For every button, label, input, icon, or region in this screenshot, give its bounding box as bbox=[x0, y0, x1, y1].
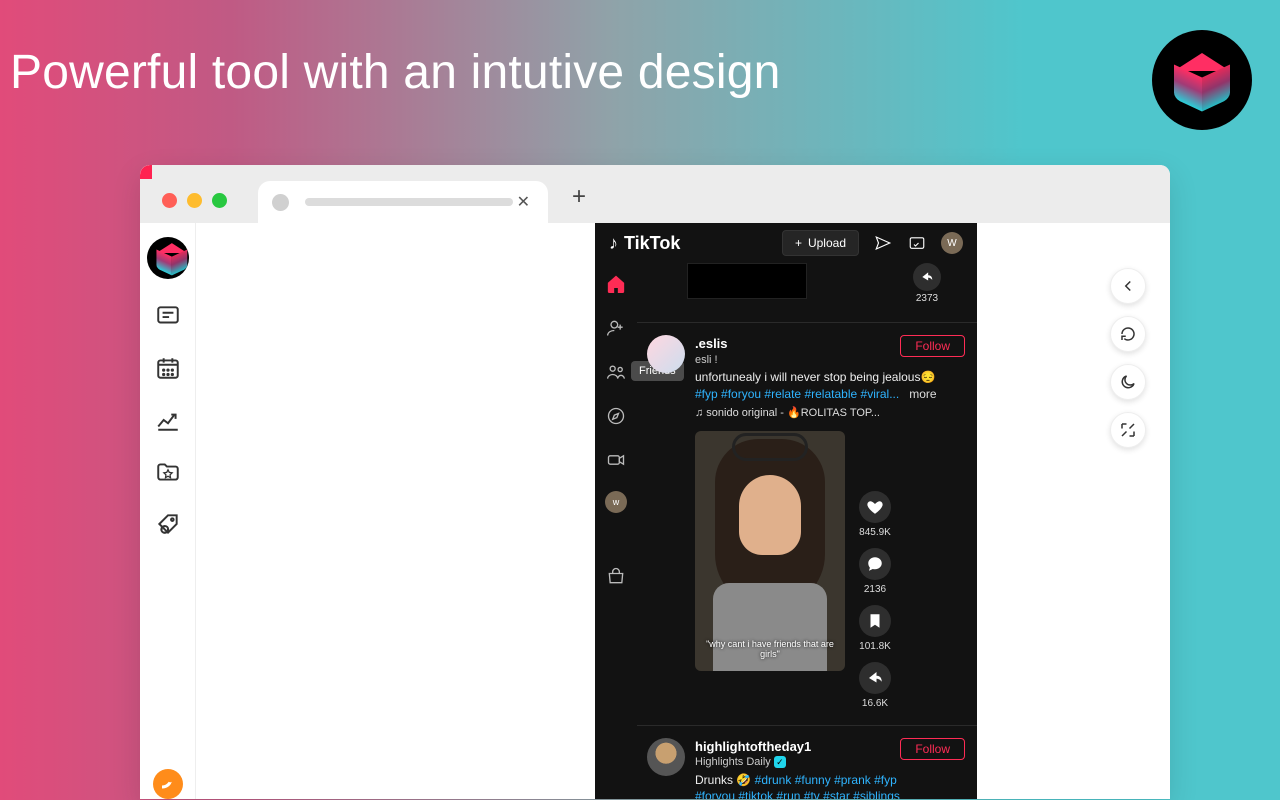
post-description: unfortunealy i will never stop being jea… bbox=[695, 370, 935, 384]
sound-link[interactable]: ♫ sonido original - 🔥ROLITAS TOP... bbox=[695, 406, 965, 421]
previous-share-count: 2373 bbox=[913, 293, 941, 304]
follow-button[interactable]: Follow bbox=[900, 738, 965, 760]
hashtag[interactable]: #funny bbox=[795, 773, 831, 787]
browser-window: ✕ + bbox=[140, 165, 1170, 799]
follow-button[interactable]: Follow bbox=[900, 335, 965, 357]
author-subtitle: Highlights Daily bbox=[695, 756, 771, 768]
save-count: 101.8K bbox=[859, 641, 891, 652]
expand-button[interactable] bbox=[1110, 412, 1146, 448]
comment-count: 2136 bbox=[864, 584, 886, 595]
chat-icon[interactable] bbox=[153, 301, 183, 331]
hashtag[interactable]: #tiktok bbox=[738, 789, 773, 799]
tiktok-logo[interactable]: ♪ TikTok bbox=[609, 233, 680, 254]
favorites-folder-icon[interactable] bbox=[153, 457, 183, 487]
video-caption-overlay: "why cant i have friends that are girls" bbox=[703, 639, 837, 659]
browser-content: ♪ TikTok + Upload W bbox=[140, 223, 1170, 799]
nav-profile-avatar[interactable]: w bbox=[605, 491, 627, 513]
tiktok-body: Friends w bbox=[595, 263, 977, 799]
extension-logo[interactable] bbox=[147, 237, 189, 279]
nav-friends-icon[interactable]: Friends bbox=[603, 359, 629, 385]
author-avatar[interactable] bbox=[647, 335, 685, 373]
analytics-icon[interactable] bbox=[153, 405, 183, 435]
tab-bar: ✕ + bbox=[140, 165, 1170, 223]
dark-mode-button[interactable] bbox=[1110, 364, 1146, 400]
tab-close-icon[interactable]: ✕ bbox=[513, 192, 534, 212]
like-button[interactable] bbox=[859, 491, 891, 523]
hashtag[interactable]: #relate bbox=[764, 387, 801, 401]
previous-share-stat: 2373 bbox=[913, 263, 941, 304]
hashtag[interactable]: #fyp bbox=[695, 387, 718, 401]
feed: 2373 Follow .eslis esli ! bbox=[637, 263, 977, 799]
inbox-icon[interactable] bbox=[907, 233, 927, 253]
tiktok-panel: ♪ TikTok + Upload W bbox=[595, 223, 977, 799]
nav-explore-icon[interactable] bbox=[603, 403, 629, 429]
hashtag[interactable]: #foryou bbox=[721, 387, 761, 401]
verified-badge-icon: ✓ bbox=[774, 756, 786, 768]
nav-following-icon[interactable] bbox=[603, 315, 629, 341]
video-player[interactable]: "why cant i have friends that are girls" bbox=[695, 431, 845, 671]
feed-post: Follow .eslis esli ! unfortunealy i will… bbox=[637, 323, 977, 726]
refresh-button[interactable] bbox=[1110, 316, 1146, 352]
share-icon[interactable] bbox=[913, 263, 941, 291]
tiktok-brand-text: TikTok bbox=[624, 233, 680, 254]
browser-tab[interactable]: ✕ bbox=[258, 181, 548, 223]
close-window-icon[interactable] bbox=[162, 193, 177, 208]
like-count: 845.9K bbox=[859, 527, 891, 538]
calendar-icon[interactable] bbox=[153, 353, 183, 383]
hashtag[interactable]: #fyp bbox=[874, 773, 897, 787]
previous-video-sliver bbox=[687, 263, 807, 299]
maximize-window-icon[interactable] bbox=[212, 193, 227, 208]
main-area: ♪ TikTok + Upload W bbox=[196, 223, 1170, 799]
upload-button[interactable]: + Upload bbox=[782, 230, 859, 256]
feed-post: Follow highlightoftheday1 Highlights Dai… bbox=[637, 726, 977, 799]
author-avatar[interactable] bbox=[647, 738, 685, 776]
hashtag[interactable]: #relatable bbox=[804, 387, 857, 401]
nav-home-icon[interactable] bbox=[603, 271, 629, 297]
share-count: 16.6K bbox=[862, 698, 888, 709]
new-tab-button[interactable]: + bbox=[572, 183, 586, 211]
bird-avatar-icon[interactable] bbox=[153, 769, 183, 799]
profile-avatar[interactable]: W bbox=[941, 232, 963, 254]
upload-label: Upload bbox=[808, 236, 846, 250]
minimize-window-icon[interactable] bbox=[187, 193, 202, 208]
hashtag[interactable]: #foryou bbox=[695, 789, 735, 799]
post-description: Drunks 🤣 bbox=[695, 773, 751, 787]
music-note-icon: ♪ bbox=[609, 233, 618, 254]
hashtag[interactable]: #siblings bbox=[853, 789, 900, 799]
plus-icon: + bbox=[795, 236, 802, 250]
save-button[interactable] bbox=[859, 605, 891, 637]
corner-logo bbox=[1152, 30, 1252, 130]
previous-post-remnant: 2373 bbox=[637, 263, 977, 323]
floating-toolbar bbox=[1110, 268, 1146, 448]
expand-description[interactable]: more bbox=[909, 387, 936, 401]
nav-shop-icon[interactable] bbox=[603, 563, 629, 589]
traffic-lights bbox=[162, 193, 227, 208]
hashtag[interactable]: #run bbox=[776, 789, 800, 799]
share-button[interactable] bbox=[859, 662, 891, 694]
headline: Powerful tool with an intutive design bbox=[10, 45, 781, 100]
hashtag[interactable]: #prank bbox=[834, 773, 871, 787]
comment-button[interactable] bbox=[859, 548, 891, 580]
tag-settings-icon[interactable] bbox=[153, 509, 183, 539]
engagement-rail: 845.9K 2136 101.8K 16.6K bbox=[859, 431, 891, 709]
hashtag[interactable]: #viral... bbox=[861, 387, 900, 401]
tab-favicon bbox=[272, 194, 289, 211]
tiktok-nav-rail: Friends w bbox=[595, 263, 637, 799]
hashtag[interactable]: #star bbox=[823, 789, 850, 799]
hashtag[interactable]: #drunk bbox=[755, 773, 792, 787]
nav-live-icon[interactable] bbox=[603, 447, 629, 473]
tiktok-header: ♪ TikTok + Upload W bbox=[595, 223, 977, 263]
extension-sidebar bbox=[140, 223, 196, 799]
hashtag[interactable]: #tv bbox=[804, 789, 820, 799]
collapse-panel-button[interactable] bbox=[1110, 268, 1146, 304]
tab-title-placeholder bbox=[305, 198, 513, 206]
send-icon[interactable] bbox=[873, 233, 893, 253]
